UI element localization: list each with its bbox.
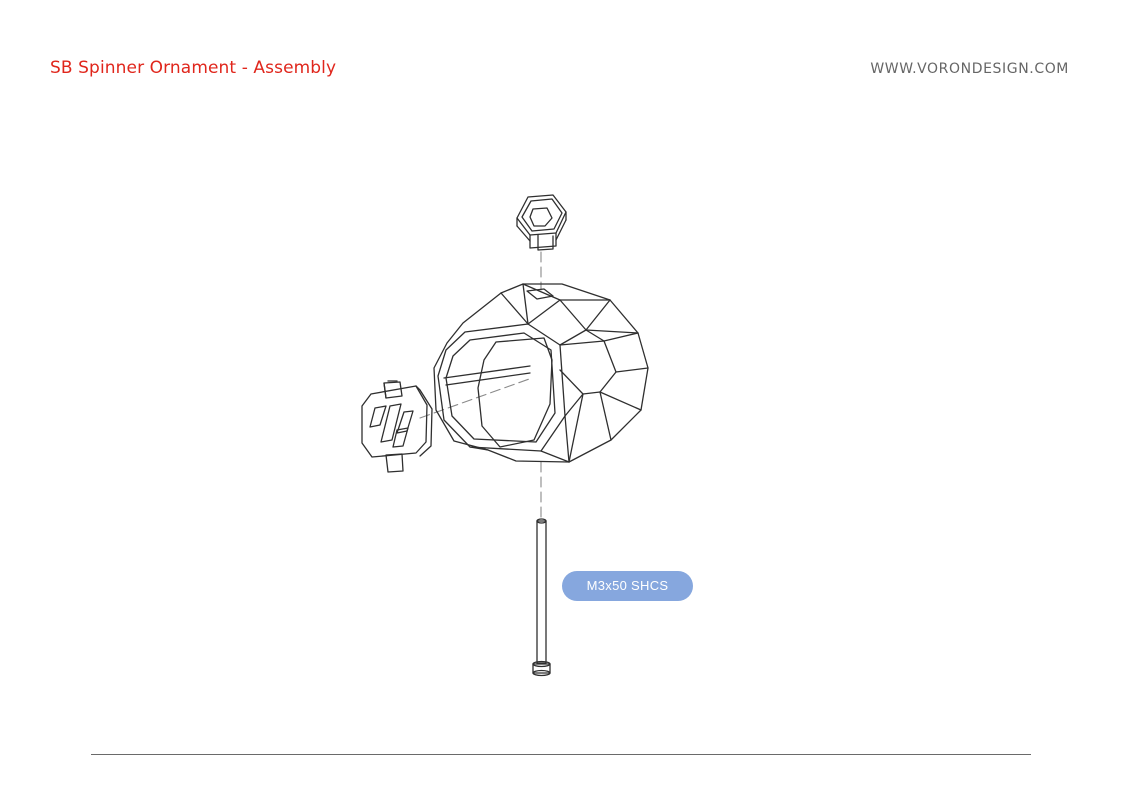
- assembly-drawing: [361, 194, 649, 677]
- side-plate-part: [361, 380, 433, 473]
- m3x50-screw-part: [532, 518, 551, 677]
- footer-divider: [91, 754, 1031, 755]
- ornament-body: [433, 283, 649, 463]
- assembly-guide-lines: [419, 251, 542, 519]
- screw-callout-badge: M3x50 SHCS: [562, 571, 693, 601]
- hex-nut-part: [516, 194, 567, 251]
